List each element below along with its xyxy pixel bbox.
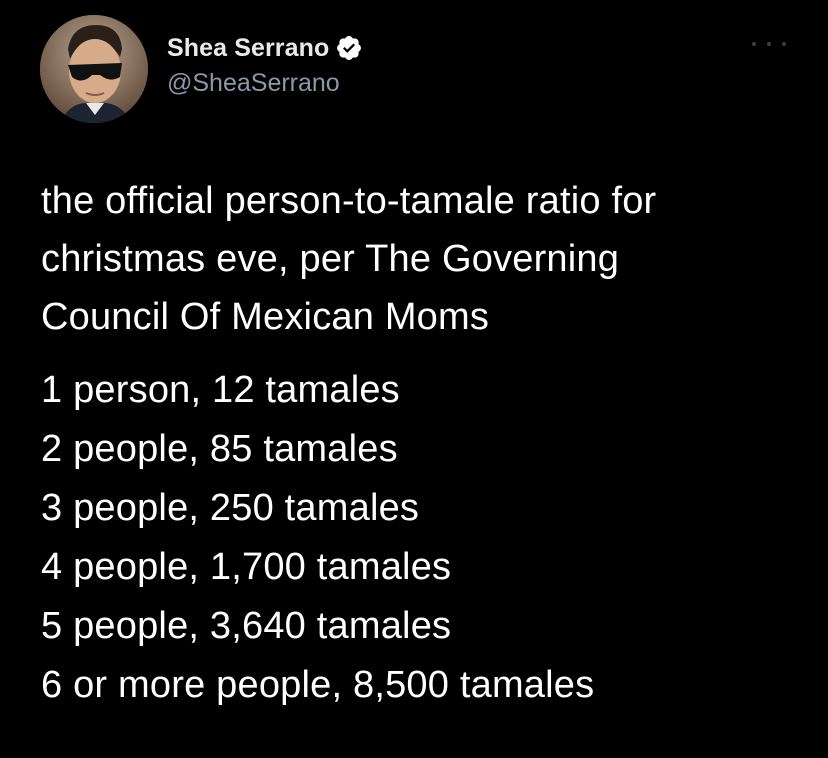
user-meta: Shea Serrano @SheaSerrano [167, 31, 363, 98]
list-item: 2 people, 85 tamales [41, 428, 398, 470]
tamale-ratio-list: 1 person, 12 tamales 2 people, 85 tamale… [41, 361, 801, 715]
display-name-row: Shea Serrano [167, 31, 363, 65]
list-item: 6 or more people, 8,500 tamales [41, 664, 595, 706]
tweet-text-line: christmas eve, per The Governing [41, 238, 620, 280]
more-dot [752, 42, 756, 46]
list-item: 1 person, 12 tamales [41, 369, 400, 411]
list-item: 5 people, 3,640 tamales [41, 605, 452, 647]
tweet: Shea Serrano @SheaSerrano the official p… [0, 0, 828, 758]
verified-badge-icon [335, 34, 363, 62]
tweet-text: the official person-to-tamale ratio for … [41, 172, 801, 346]
tweet-text-line: Council Of Mexican Moms [41, 296, 490, 338]
display-name[interactable]: Shea Serrano [167, 34, 329, 63]
tweet-header: Shea Serrano @SheaSerrano [40, 15, 800, 125]
tweet-text-line: the official person-to-tamale ratio for [41, 180, 657, 222]
avatar-image [40, 15, 148, 123]
list-item: 3 people, 250 tamales [41, 487, 420, 529]
handle[interactable]: @SheaSerrano [167, 69, 363, 98]
more-dot [782, 42, 786, 46]
more-horizontal-icon[interactable] [752, 35, 786, 53]
more-dot [767, 42, 771, 46]
list-item: 4 people, 1,700 tamales [41, 546, 452, 588]
avatar[interactable] [40, 15, 148, 123]
